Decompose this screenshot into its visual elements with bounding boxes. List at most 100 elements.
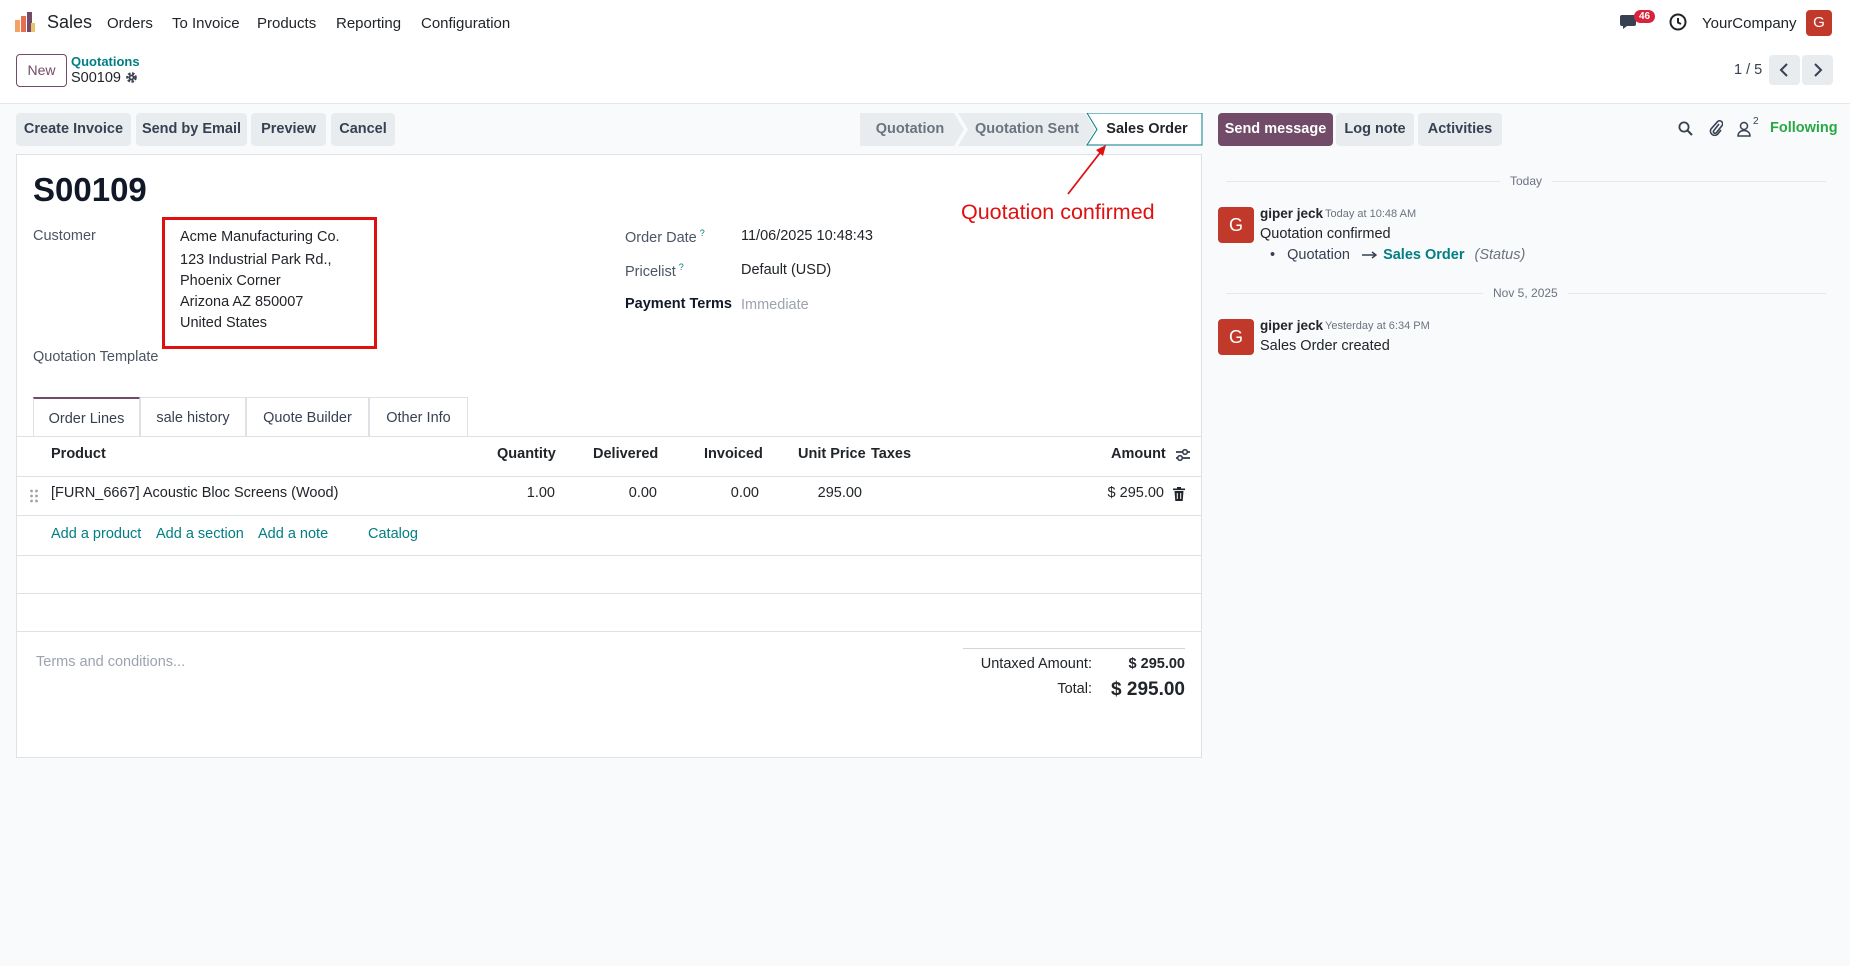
terms-and-conditions-field[interactable]: Terms and conditions... bbox=[36, 654, 185, 670]
arrow-right-icon bbox=[1362, 251, 1378, 259]
user-avatar[interactable]: G bbox=[1806, 10, 1832, 36]
message-timestamp: Today at 10:48 AM bbox=[1325, 208, 1417, 220]
message-author[interactable]: giper jeck bbox=[1260, 318, 1323, 333]
notification-badge: 46 bbox=[1634, 10, 1656, 23]
sales-app-icon[interactable] bbox=[14, 11, 36, 33]
payment-terms-label: Payment Terms bbox=[625, 296, 732, 312]
column-taxes[interactable]: Taxes bbox=[871, 446, 911, 462]
cell-delivered[interactable]: 0.00 bbox=[557, 485, 657, 501]
record-title: S00109 bbox=[33, 171, 147, 208]
catalog-link[interactable]: Catalog bbox=[368, 526, 418, 542]
help-tooltip-icon[interactable]: ? bbox=[679, 262, 684, 272]
totals-divider bbox=[963, 648, 1185, 649]
divider bbox=[16, 631, 1202, 632]
drag-handle-icon[interactable] bbox=[29, 488, 39, 504]
cell-unit-price[interactable]: 295.00 bbox=[762, 485, 862, 501]
add-note-link[interactable]: Add a note bbox=[258, 526, 328, 542]
date-separator-label: Today bbox=[1500, 174, 1553, 188]
followers-icon[interactable] bbox=[1737, 121, 1751, 137]
following-toggle[interactable]: Following bbox=[1770, 120, 1838, 136]
app-name[interactable]: Sales bbox=[47, 12, 92, 33]
control-panel: New Quotations S00109 1 / 5 bbox=[0, 46, 1850, 104]
status-sales-order[interactable]: Sales Order bbox=[1097, 113, 1197, 146]
tracking-field: (Status) bbox=[1474, 247, 1526, 263]
date-separator-label: Nov 5, 2025 bbox=[1483, 286, 1568, 300]
highlight-box bbox=[162, 217, 377, 349]
message-body: Sales Order created bbox=[1260, 338, 1390, 354]
divider bbox=[16, 515, 1202, 516]
quotation-template-label: Quotation Template bbox=[33, 349, 159, 365]
cell-quantity[interactable]: 1.00 bbox=[455, 485, 555, 501]
bullet: • bbox=[1270, 247, 1276, 263]
menu-configuration[interactable]: Configuration bbox=[421, 15, 510, 32]
cell-invoiced[interactable]: 0.00 bbox=[659, 485, 759, 501]
pager-value[interactable]: 1 / 5 bbox=[1734, 62, 1762, 78]
tab-sale-history[interactable]: sale history bbox=[140, 397, 246, 437]
add-product-link[interactable]: Add a product bbox=[51, 526, 141, 542]
status-quotation[interactable]: Quotation bbox=[862, 113, 958, 146]
cell-amount: $ 295.00 bbox=[1107, 485, 1164, 501]
order-date-label: Order Date? bbox=[625, 228, 705, 246]
pager-next-button[interactable] bbox=[1802, 55, 1833, 85]
tracking-old-value: Quotation bbox=[1287, 247, 1350, 263]
message-author[interactable]: giper jeck bbox=[1260, 206, 1323, 221]
chevron-right-icon bbox=[1814, 63, 1823, 77]
column-delivered[interactable]: Delivered bbox=[593, 446, 658, 462]
message-timestamp: Yesterday at 6:34 PM bbox=[1325, 320, 1430, 332]
tab-order-lines[interactable]: Order Lines bbox=[33, 397, 140, 437]
tab-other-info[interactable]: Other Info bbox=[369, 397, 468, 437]
follower-count: 2 bbox=[1753, 116, 1759, 127]
pager-previous-button[interactable] bbox=[1769, 55, 1800, 85]
divider bbox=[16, 436, 1202, 437]
pricelist-field[interactable]: Default (USD) bbox=[741, 262, 831, 278]
chevron-left-icon bbox=[1779, 63, 1788, 77]
menu-products[interactable]: Products bbox=[257, 15, 316, 32]
message-body: Quotation confirmed bbox=[1260, 226, 1391, 242]
cancel-button[interactable]: Cancel bbox=[331, 113, 395, 146]
create-invoice-button[interactable]: Create Invoice bbox=[16, 113, 131, 146]
total-value: $ 295.00 bbox=[1111, 679, 1185, 700]
cell-product[interactable]: [FURN_6667] Acoustic Bloc Screens (Wood) bbox=[51, 485, 338, 501]
divider bbox=[16, 593, 1202, 594]
menu-to-invoice[interactable]: To Invoice bbox=[172, 15, 240, 32]
breadcrumb-current: S00109 bbox=[71, 70, 121, 86]
activities-button[interactable]: Activities bbox=[1418, 113, 1502, 146]
tab-quote-builder[interactable]: Quote Builder bbox=[246, 397, 369, 437]
log-note-button[interactable]: Log note bbox=[1336, 113, 1414, 146]
author-avatar[interactable]: G bbox=[1218, 207, 1254, 243]
top-navbar: Sales Orders To Invoice Products Reporti… bbox=[0, 0, 1850, 46]
breadcrumb-parent[interactable]: Quotations bbox=[71, 54, 140, 69]
gear-icon[interactable] bbox=[125, 71, 138, 84]
divider bbox=[16, 555, 1202, 556]
column-quantity[interactable]: Quantity bbox=[497, 446, 556, 462]
search-icon[interactable] bbox=[1678, 121, 1693, 136]
add-section-link[interactable]: Add a section bbox=[156, 526, 244, 542]
menu-reporting[interactable]: Reporting bbox=[336, 15, 401, 32]
help-tooltip-icon[interactable]: ? bbox=[700, 228, 705, 238]
customer-label: Customer bbox=[33, 228, 96, 244]
tracking-new-value: Sales Order bbox=[1383, 247, 1465, 263]
tracking-change: • Quotation Sales Order (Status) bbox=[1270, 247, 1525, 263]
preview-button[interactable]: Preview bbox=[251, 113, 326, 146]
column-unit-price[interactable]: Unit Price bbox=[798, 446, 866, 462]
payment-terms-field[interactable]: Immediate bbox=[741, 297, 809, 313]
company-switcher[interactable]: YourCompany bbox=[1702, 15, 1797, 32]
column-amount[interactable]: Amount bbox=[1111, 446, 1166, 462]
pricelist-label: Pricelist? bbox=[625, 262, 684, 280]
total-label: Total: bbox=[1057, 681, 1092, 697]
menu-orders[interactable]: Orders bbox=[107, 15, 153, 32]
paperclip-icon[interactable] bbox=[1709, 120, 1723, 137]
column-product[interactable]: Product bbox=[51, 446, 106, 462]
annotation-text: Quotation confirmed bbox=[961, 200, 1155, 224]
untaxed-amount-value: $ 295.00 bbox=[1128, 656, 1185, 672]
column-invoiced[interactable]: Invoiced bbox=[704, 446, 763, 462]
clock-icon[interactable] bbox=[1669, 13, 1687, 31]
annotation-arrow bbox=[1067, 145, 1106, 195]
author-avatar[interactable]: G bbox=[1218, 319, 1254, 355]
send-by-email-button[interactable]: Send by Email bbox=[136, 113, 247, 146]
trash-icon[interactable] bbox=[1173, 487, 1185, 501]
new-button[interactable]: New bbox=[16, 54, 67, 87]
column-settings-icon[interactable] bbox=[1175, 447, 1191, 463]
order-date-field[interactable]: 11/06/2025 10:48:43 bbox=[741, 228, 873, 244]
send-message-button[interactable]: Send message bbox=[1218, 113, 1333, 146]
